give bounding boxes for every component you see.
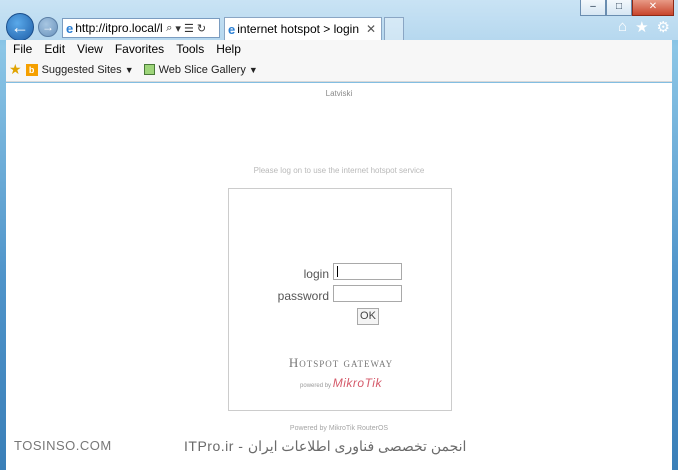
page-content: Latviski Please log on to use the intern… — [6, 83, 672, 470]
maximize-button[interactable]: □ — [606, 0, 632, 16]
favorites-star-icon[interactable]: ★ — [635, 18, 648, 36]
menu-bar: File Edit View Favorites Tools Help — [6, 40, 672, 58]
favorites-bar: ★ b Suggested Sites ▼ Web Slice Gallery … — [6, 58, 672, 82]
tab-hotspot-login[interactable]: e internet hotspot > login ✕ — [224, 17, 382, 40]
menu-help[interactable]: Help — [216, 42, 241, 56]
add-favorite-star-icon[interactable]: ★ — [9, 61, 22, 78]
tab-ie-icon: e — [228, 21, 236, 37]
ie-page-icon: e — [66, 20, 74, 36]
tab-title: internet hotspot > login — [237, 22, 359, 36]
browser-title-bar: – □ ✕ ← → e http://itpro.local/lc ⌕ ▾ ☰ … — [0, 0, 678, 41]
watermark-left: TOSINSO.COM — [14, 438, 112, 453]
web-slice-icon — [143, 64, 155, 75]
compatibility-view-icon[interactable]: ☰ — [184, 22, 194, 35]
footer-text: Powered by MikroTik RouterOS — [289, 425, 389, 432]
text-cursor — [337, 266, 338, 277]
login-notice: Please log on to use the internet hotspo… — [253, 166, 425, 175]
back-button[interactable]: ← — [6, 13, 34, 41]
chevron-down-icon[interactable]: ▼ — [125, 65, 134, 75]
menu-favorites[interactable]: Favorites — [115, 42, 164, 56]
home-icon[interactable]: ⌂ — [618, 18, 627, 36]
chevron-down-icon[interactable]: ▼ — [249, 65, 258, 75]
url-text[interactable]: http://itpro.local/lc — [75, 21, 163, 35]
password-input[interactable] — [333, 285, 402, 302]
new-tab-button[interactable] — [384, 17, 404, 40]
menu-tools[interactable]: Tools — [176, 42, 204, 56]
close-window-button[interactable]: ✕ — [632, 0, 674, 16]
login-form: login password OK Hotspot gateway powere… — [228, 188, 452, 411]
address-bar[interactable]: e http://itpro.local/lc ⌕ ▾ ☰ ↻ — [62, 18, 220, 38]
close-tab-icon[interactable]: ✕ — [366, 22, 376, 36]
ok-button[interactable]: OK — [357, 308, 379, 325]
forward-button[interactable]: → — [38, 17, 58, 37]
address-dropdown-icon[interactable]: ▾ — [175, 22, 181, 35]
powered-by-prefix: powered by — [300, 383, 332, 389]
refresh-icon[interactable]: ↻ — [197, 22, 206, 35]
minimize-button[interactable]: – — [580, 0, 606, 16]
gear-icon[interactable]: ⚙ — [657, 18, 670, 36]
search-icon[interactable]: ⌕ — [166, 22, 172, 35]
menu-edit[interactable]: Edit — [44, 42, 65, 56]
login-label: login — [303, 267, 329, 281]
mikrotik-logo: MikroTik — [332, 376, 382, 390]
powered-by-logo: powered by MikroTik — [229, 376, 453, 390]
menu-file[interactable]: File — [13, 42, 32, 56]
web-slice-gallery-link[interactable]: Web Slice Gallery — [159, 64, 246, 76]
bing-icon: b — [25, 63, 38, 76]
menu-view[interactable]: View — [77, 42, 103, 56]
login-input[interactable] — [333, 263, 402, 280]
watermark-right: ITPro.ir - انجمن تخصصی فناوری اطلاعات ای… — [184, 438, 467, 454]
password-label: password — [277, 289, 329, 303]
hotspot-gateway-title: Hotspot gateway — [229, 355, 453, 371]
window-controls: – □ ✕ — [580, 0, 674, 16]
suggested-sites-link[interactable]: Suggested Sites — [42, 64, 122, 76]
language-link[interactable]: Latviski — [6, 89, 672, 98]
gateway-title-text: Hotspot gateway — [288, 355, 394, 370]
command-icons: ⌂ ★ ⚙ — [618, 18, 670, 36]
